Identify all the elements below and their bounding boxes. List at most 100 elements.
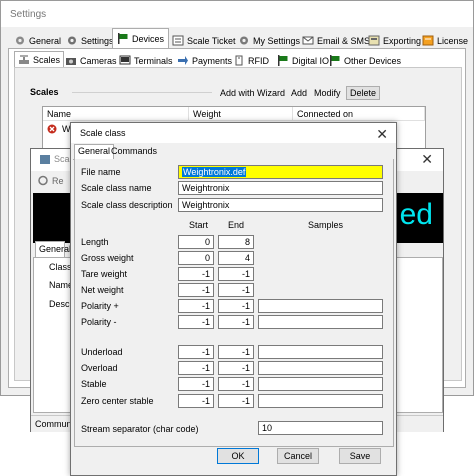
tab-general-label: General: [29, 36, 62, 46]
tab-license-label: License: [437, 36, 469, 46]
column-header-connected-on[interactable]: Connected on: [293, 107, 425, 121]
dialog-tab-commands[interactable]: Commands: [108, 145, 160, 159]
stable-end-input[interactable]: -1: [218, 377, 254, 391]
tab-devices[interactable]: Devices: [112, 28, 170, 50]
zero-center-stable-label: Zero center stable: [81, 396, 154, 406]
tab-exporting-label: Exporting: [383, 36, 422, 46]
settings-title: Settings: [1, 1, 473, 27]
underload-samples-input[interactable]: [258, 345, 383, 359]
polarity-minus-start-input[interactable]: -1: [178, 315, 214, 329]
gross-weight-end-input[interactable]: 4: [218, 251, 254, 265]
underload-end-input[interactable]: -1: [218, 345, 254, 359]
modify-button[interactable]: Modify: [314, 88, 341, 98]
overload-samples-input[interactable]: [258, 361, 383, 375]
subtab-scales-label: Scales: [33, 55, 61, 65]
flag-icon: [117, 33, 129, 44]
add-button[interactable]: Add: [291, 88, 307, 98]
payment-arrow-icon: [177, 55, 189, 66]
subtab-terminals-label: Terminals: [134, 56, 173, 66]
overload-end-input[interactable]: -1: [218, 361, 254, 375]
polarity-plus-label: Polarity +: [81, 301, 119, 311]
zero-center-stable-start-input[interactable]: -1: [178, 394, 214, 408]
dialog-title: Scale class: [80, 128, 126, 138]
end-column-label: End: [228, 220, 245, 230]
zero-center-stable-samples-input[interactable]: [258, 394, 383, 408]
polarity-minus-end-input[interactable]: -1: [218, 315, 254, 329]
scales-section-label: Scales: [30, 87, 59, 97]
tab-general[interactable]: General: [9, 30, 66, 50]
camera-icon: [65, 55, 77, 66]
scales-icon: [18, 54, 30, 65]
stable-samples-input[interactable]: [258, 377, 383, 391]
gear-icon: [14, 35, 26, 46]
cancel-button[interactable]: Cancel: [277, 448, 319, 464]
gross-weight-start-input[interactable]: 0: [178, 251, 214, 265]
zero-center-stable-end-input[interactable]: -1: [218, 394, 254, 408]
tab-settings[interactable]: Settings: [61, 30, 119, 50]
delete-button[interactable]: Delete: [346, 86, 381, 100]
license-icon: [422, 35, 434, 46]
scale-class-description-label: Scale class description: [81, 200, 173, 210]
refresh-icon: [37, 175, 49, 186]
length-label: Length: [81, 237, 109, 247]
export-icon: [368, 35, 380, 46]
underload-label: Underload: [81, 347, 123, 357]
tab-license[interactable]: License: [417, 30, 473, 50]
refresh-button[interactable]: Re: [37, 175, 64, 186]
subtab-cameras-label: Cameras: [80, 56, 117, 66]
digital-io-icon: [277, 55, 289, 66]
save-button[interactable]: Save: [339, 448, 381, 464]
add-with-wizard-button[interactable]: Add with Wizard: [220, 88, 285, 98]
rfid-icon: [233, 55, 245, 66]
scale-class-dialog: Scale class ✕ General Commands File name…: [70, 122, 397, 476]
tare-weight-end-input[interactable]: -1: [218, 267, 254, 281]
file-name-selection: Weightronix.def: [182, 167, 247, 177]
polarity-plus-samples-input[interactable]: [258, 299, 383, 313]
tab-devices-label: Devices: [132, 34, 165, 44]
polarity-minus-samples-input[interactable]: [258, 315, 383, 329]
subtab-payments-label: Payments: [192, 56, 233, 66]
overload-start-input[interactable]: -1: [178, 361, 214, 375]
dialog-close-button[interactable]: ✕: [376, 126, 388, 143]
stream-separator-input[interactable]: 10: [258, 421, 383, 435]
file-name-label: File name: [81, 167, 121, 177]
net-weight-label: Net weight: [81, 285, 124, 295]
tab-settings-label: Settings: [81, 36, 114, 46]
gross-weight-label: Gross weight: [81, 253, 134, 263]
stable-label: Stable: [81, 379, 107, 389]
subtab-rfid-label: RFID: [248, 56, 269, 66]
net-weight-start-input[interactable]: -1: [178, 283, 214, 297]
scale-class-name-input[interactable]: Weightronix: [178, 181, 383, 195]
samples-column-label: Samples: [308, 220, 344, 230]
tab-scale-ticket[interactable]: Scale Ticket: [167, 30, 241, 50]
length-start-input[interactable]: 0: [178, 235, 214, 249]
section-divider: [72, 92, 212, 93]
polarity-plus-end-input[interactable]: -1: [218, 299, 254, 313]
subtab-other-devices-label: Other Devices: [344, 56, 402, 66]
polarity-minus-label: Polarity -: [81, 317, 117, 327]
scale-window-tab-general[interactable]: General: [35, 241, 71, 257]
tab-scale-ticket-label: Scale Ticket: [187, 36, 236, 46]
polarity-plus-start-input[interactable]: -1: [178, 299, 214, 313]
class-label: Class: [49, 262, 72, 272]
subtab-digital-io-label: Digital IO: [292, 56, 330, 66]
ok-button[interactable]: OK: [217, 448, 259, 464]
tab-my-settings[interactable]: My Settings: [233, 30, 305, 50]
app-icon: [39, 154, 51, 167]
tab-my-settings-label: My Settings: [253, 36, 301, 46]
column-header-name[interactable]: Name: [43, 107, 189, 121]
user-settings-icon: [238, 35, 250, 46]
column-header-weight[interactable]: Weight: [189, 107, 293, 121]
refresh-label: Re: [52, 176, 64, 186]
file-name-input[interactable]: Weightronix.def: [178, 165, 383, 179]
net-weight-end-input[interactable]: -1: [218, 283, 254, 297]
scale-class-description-input[interactable]: Weightronix: [178, 198, 383, 212]
tare-weight-label: Tare weight: [81, 269, 128, 279]
length-end-input[interactable]: 8: [218, 235, 254, 249]
scale-window-close-button[interactable]: ✕: [421, 151, 433, 168]
tare-weight-start-input[interactable]: -1: [178, 267, 214, 281]
weight-display-text: ed: [399, 198, 433, 231]
underload-start-input[interactable]: -1: [178, 345, 214, 359]
stable-start-input[interactable]: -1: [178, 377, 214, 391]
start-column-label: Start: [189, 220, 209, 230]
